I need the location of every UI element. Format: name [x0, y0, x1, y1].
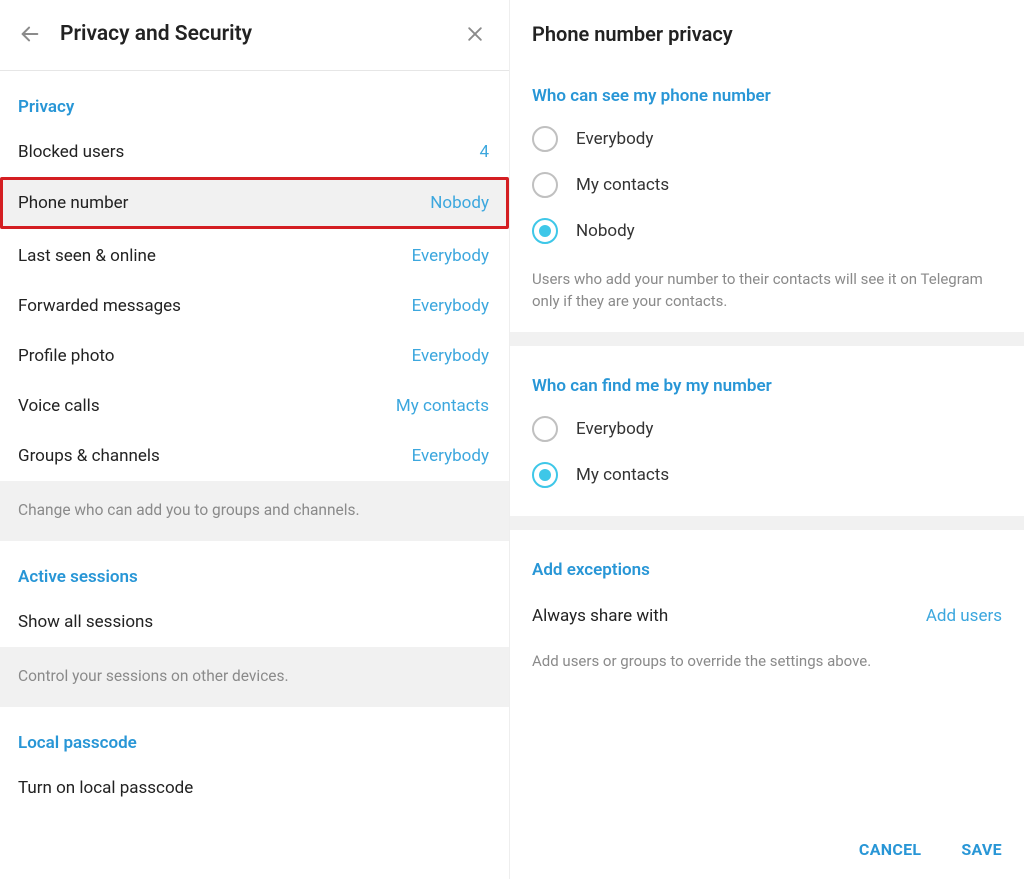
radio-label: Nobody — [576, 221, 635, 241]
row-value: Everybody — [412, 295, 489, 317]
radio-label: My contacts — [576, 465, 669, 485]
row-label: Turn on local passcode — [18, 777, 193, 799]
row-value: Everybody — [412, 345, 489, 367]
close-button[interactable] — [461, 20, 489, 48]
row-value: 4 — [479, 141, 489, 163]
row-turn-on-passcode[interactable]: Turn on local passcode — [0, 763, 509, 813]
find-section-title: Who can find me by my number — [510, 346, 1024, 406]
row-last-seen[interactable]: Last seen & online Everybody — [0, 231, 509, 281]
arrow-left-icon — [19, 23, 41, 45]
row-label: Groups & channels — [18, 445, 160, 467]
save-button[interactable]: SAVE — [961, 840, 1002, 859]
exception-row-always-share[interactable]: Always share with Add users — [510, 590, 1024, 636]
radio-find-everybody[interactable]: Everybody — [510, 406, 1024, 452]
privacy-hint: Change who can add you to groups and cha… — [0, 481, 509, 541]
row-label: Blocked users — [18, 141, 124, 163]
row-label: Last seen & online — [18, 245, 156, 267]
sessions-hint: Control your sessions on other devices. — [0, 647, 509, 707]
exception-label: Always share with — [532, 606, 668, 626]
row-label: Profile photo — [18, 345, 115, 367]
page-title: Privacy and Security — [60, 22, 461, 46]
row-label: Show all sessions — [18, 611, 153, 633]
exceptions-hint: Add users or groups to override the sett… — [510, 636, 1024, 692]
back-button[interactable] — [16, 20, 44, 48]
row-profile-photo[interactable]: Profile photo Everybody — [0, 331, 509, 381]
radio-label: Everybody — [576, 129, 653, 149]
radio-icon — [532, 462, 558, 488]
row-blocked-users[interactable]: Blocked users 4 — [0, 127, 509, 177]
settings-left-panel: Privacy and Security Privacy Blocked use… — [0, 0, 510, 879]
radio-label: Everybody — [576, 419, 653, 439]
exceptions-title: Add exceptions — [510, 530, 1024, 590]
footer-actions: CANCEL SAVE — [859, 840, 1002, 859]
detail-right-panel: Phone number privacy Who can see my phon… — [510, 0, 1024, 879]
radio-icon — [532, 416, 558, 442]
section-header-passcode: Local passcode — [0, 707, 509, 763]
radio-icon — [532, 172, 558, 198]
row-forwarded-messages[interactable]: Forwarded messages Everybody — [0, 281, 509, 331]
row-label: Voice calls — [18, 395, 100, 417]
row-label: Forwarded messages — [18, 295, 181, 317]
row-label: Phone number — [18, 192, 128, 214]
section-header-sessions: Active sessions — [0, 541, 509, 597]
row-value: Nobody — [430, 192, 489, 214]
row-voice-calls[interactable]: Voice calls My contacts — [0, 381, 509, 431]
radio-see-my-contacts[interactable]: My contacts — [510, 162, 1024, 208]
radio-see-everybody[interactable]: Everybody — [510, 116, 1024, 162]
row-value: My contacts — [396, 395, 489, 417]
radio-see-nobody[interactable]: Nobody — [510, 208, 1024, 254]
row-value: Everybody — [412, 445, 489, 467]
left-header: Privacy and Security — [0, 0, 509, 71]
see-hint: Users who add your number to their conta… — [510, 254, 1024, 332]
radio-find-my-contacts[interactable]: My contacts — [510, 452, 1024, 498]
see-section-title: Who can see my phone number — [510, 56, 1024, 116]
radio-icon — [532, 218, 558, 244]
section-header-privacy: Privacy — [0, 71, 509, 127]
radio-icon — [532, 126, 558, 152]
row-show-all-sessions[interactable]: Show all sessions — [0, 597, 509, 647]
close-icon — [465, 24, 485, 44]
row-groups-channels[interactable]: Groups & channels Everybody — [0, 431, 509, 481]
row-phone-number[interactable]: Phone number Nobody — [0, 177, 509, 229]
row-value: Everybody — [412, 245, 489, 267]
radio-label: My contacts — [576, 175, 669, 195]
detail-title: Phone number privacy — [510, 0, 1024, 56]
cancel-button[interactable]: CANCEL — [859, 840, 921, 859]
section-divider — [510, 516, 1024, 530]
section-divider — [510, 332, 1024, 346]
add-users-link[interactable]: Add users — [926, 606, 1002, 626]
